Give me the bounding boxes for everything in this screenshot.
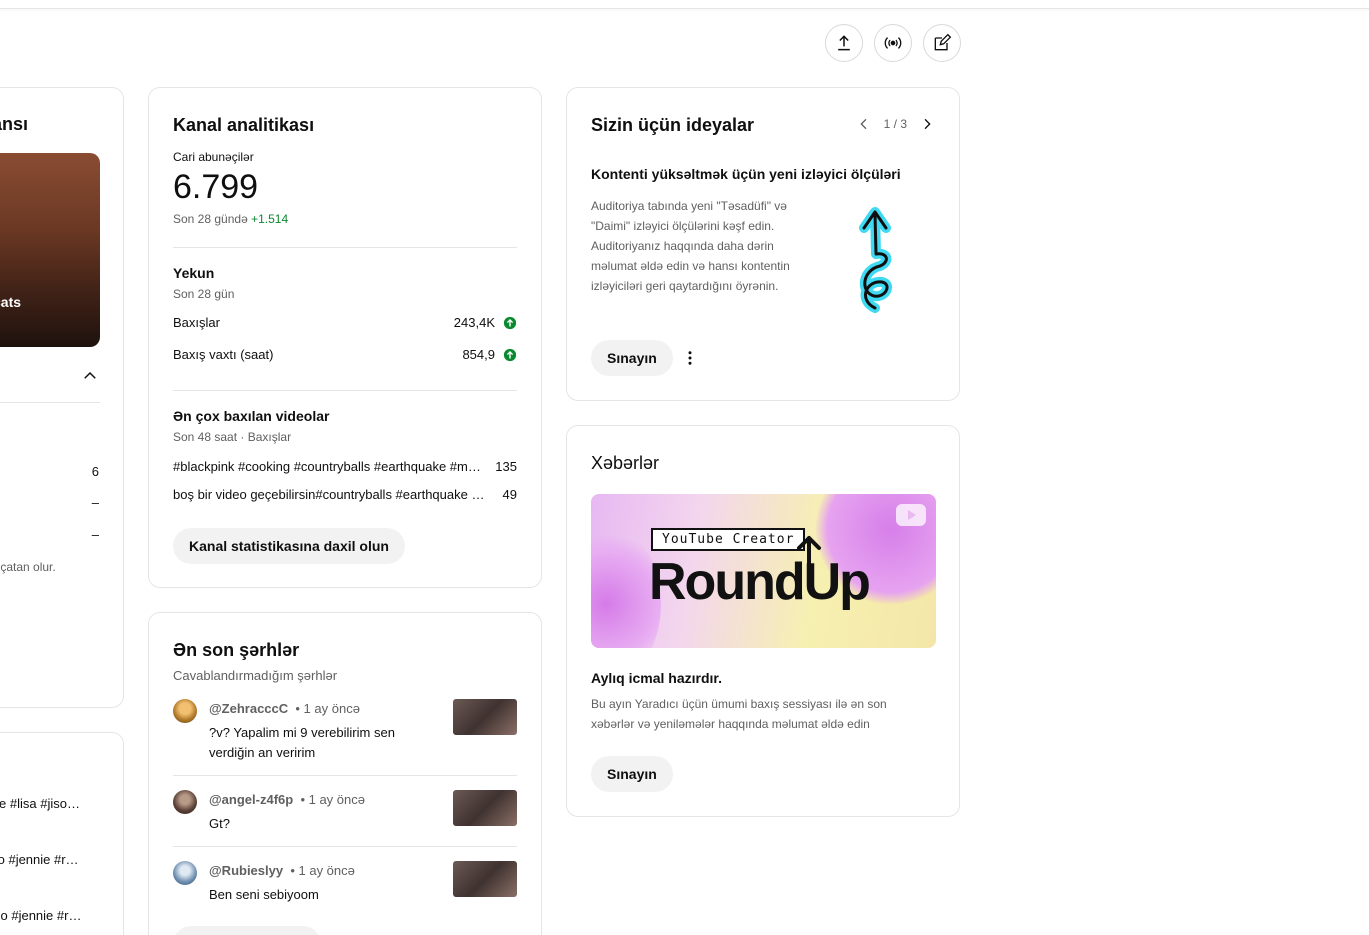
comment-item: @angel-z4f6p • 1 ay öncə Gt? <box>173 790 517 846</box>
divider <box>0 402 100 403</box>
subscribers-period-label: Son 28 gündə <box>173 212 248 226</box>
banner-tag: YouTube Creator <box>651 528 806 551</box>
avatar[interactable] <box>173 699 197 723</box>
top-video-title: boş bir video geçebilirsin#countryballs … <box>173 487 485 502</box>
top-video-title: #blackpink #cooking #countryballs #earth… <box>173 459 486 474</box>
comment-author[interactable]: @angel-z4f6p <box>209 792 293 807</box>
top-video-views: 49 <box>502 487 517 502</box>
video-thumbnail[interactable]: cats <box>0 153 100 347</box>
top-videos-title: Ən çox baxılan videolar <box>173 408 330 424</box>
left-list-item[interactable]: jisoo #jennie #r… <box>0 908 81 923</box>
news-headline: Aylıq icmal hazırdır. <box>591 670 722 686</box>
creator-roundup-banner[interactable]: YouTube Creator RoundUp <box>591 494 936 648</box>
avatar[interactable] <box>173 861 197 885</box>
summary-title: Yekun <box>173 265 215 281</box>
comment-time: • 1 ay öncə <box>300 792 365 807</box>
left-list-item[interactable]: rose #lisa #jiso… <box>0 796 80 811</box>
comments-subtitle: Cavablandırmadığım şərhlər <box>173 668 338 683</box>
try-news-button[interactable]: Sınayın <box>591 756 673 792</box>
metric-row-views: Baxışlar 243,4K <box>173 315 517 330</box>
arrow-loop-illustration-icon <box>859 207 892 313</box>
chevron-left-icon[interactable] <box>856 116 872 132</box>
subscribers-value: 6.799 <box>173 168 259 206</box>
comment-author-line: @angel-z4f6p • 1 ay öncə <box>209 792 365 807</box>
arrow-up-icon <box>797 536 821 574</box>
metric-value: 854,9 <box>462 347 495 362</box>
comment-time: • 1 ay öncə <box>290 863 355 878</box>
comment-author-line: @Rubieslyy • 1 ay öncə <box>209 863 355 878</box>
pager-count: 1 / 3 <box>883 117 907 131</box>
left-value-2: – <box>91 495 99 510</box>
top-video-row[interactable]: boş bir video geçebilirsin#countryballs … <box>173 487 517 502</box>
news-title: Xəbərlər <box>591 453 660 473</box>
comment-video-thumbnail[interactable] <box>453 861 517 897</box>
upload-button[interactable] <box>825 24 863 62</box>
news-body: Bu ayın Yaradıcı üçün ümumi baxış sessiy… <box>591 697 887 731</box>
header-actions <box>825 24 961 62</box>
left-list-item[interactable]: isoo #jennie #r… <box>0 852 79 867</box>
metric-label: Baxışlar <box>173 315 220 330</box>
edit-icon <box>934 33 952 51</box>
metric-value: 243,4K <box>453 315 495 330</box>
divider <box>173 247 517 248</box>
youtube-logo-icon <box>896 504 926 526</box>
thumbnail-title: cats <box>0 294 22 310</box>
divider <box>173 775 517 776</box>
more-vert-icon[interactable] <box>681 349 699 367</box>
metric-row-watch-time: Baxış vaxtı (saat) 854,9 <box>173 347 517 362</box>
comment-video-thumbnail[interactable] <box>453 790 517 826</box>
topbar-divider <box>0 8 1369 9</box>
play-icon <box>908 510 916 520</box>
ideas-for-you-card: Sizin üçün ideyalar 1 / 3 Kontenti yüksə… <box>566 87 960 401</box>
comment-author-line: @ZehracccC • 1 ay öncə <box>209 701 360 716</box>
comments-title: Ən son şərhlər <box>173 640 300 660</box>
comment-item: @Rubieslyy • 1 ay öncə Ben seni sebiyoom <box>173 861 517 917</box>
divider <box>173 390 517 391</box>
go-live-button[interactable] <box>874 24 912 62</box>
left-card-published: rose #lisa #jiso… isoo #jennie #r… jisoo… <box>0 732 124 935</box>
latest-comments-card: Ən son şərhlər Cavablandırmadığım şərhlə… <box>148 612 542 935</box>
divider <box>173 846 517 847</box>
subscribers-period: Son 28 gündə +1.514 <box>173 212 288 226</box>
subscribers-label: Cari abunəçilər <box>173 150 254 164</box>
idea-headline: Kontenti yüksəltmək üçün yeni izləyici ö… <box>591 166 901 182</box>
view-more-comments-button[interactable] <box>173 926 321 935</box>
left-note: a alçatan olur. <box>0 560 56 574</box>
subscribers-delta: +1.514 <box>251 212 289 226</box>
arrow-up-circle-icon <box>503 316 517 329</box>
left-value-1: 6 <box>91 464 99 479</box>
comment-text: ?v? Yapalim mi 9 verebilirim sen verdiği… <box>209 725 395 760</box>
summary-period: Son 28 gün <box>173 287 235 301</box>
left-card-title: hansı <box>0 114 29 134</box>
upload-icon <box>838 35 850 51</box>
left-value-3: – <box>91 527 99 542</box>
top-video-row[interactable]: #blackpink #cooking #countryballs #earth… <box>173 459 517 474</box>
channel-analytics-card: Kanal analitikası Cari abunəçilər 6.799 … <box>148 87 542 588</box>
comment-author[interactable]: @ZehracccC <box>209 701 288 716</box>
comment-time: • 1 ay öncə <box>295 701 360 716</box>
comment-video-thumbnail[interactable] <box>453 699 517 735</box>
metric-label: Baxış vaxtı (saat) <box>173 347 274 362</box>
top-video-views: 135 <box>495 459 517 474</box>
idea-body: Auditoriya tabında yeni "Təsadüfi" və "D… <box>591 199 790 293</box>
ideas-pager: 1 / 3 <box>856 116 935 132</box>
comment-item: @ZehracccC • 1 ay öncə ?v? Yapalim mi 9 … <box>173 699 517 775</box>
banner-title: RoundUp <box>649 553 871 611</box>
left-card-latest-video: hansı cats 6 – – a alçatan olur. <box>0 87 124 708</box>
chevron-right-icon[interactable] <box>919 116 935 132</box>
top-videos-period: Son 48 saat · Baxışlar <box>173 430 292 444</box>
avatar[interactable] <box>173 790 197 814</box>
chevron-up-icon[interactable] <box>81 367 99 385</box>
create-post-button[interactable] <box>923 24 961 62</box>
comment-text: Gt? <box>209 816 230 831</box>
comment-author[interactable]: @Rubieslyy <box>209 863 283 878</box>
go-to-analytics-button[interactable]: Kanal statistikasına daxil olun <box>173 528 405 564</box>
news-card: Xəbərlər YouTube Creator RoundUp Aylıq i… <box>566 425 960 817</box>
ideas-title: Sizin üçün ideyalar <box>591 115 755 135</box>
analytics-title: Kanal analitikası <box>173 115 315 135</box>
live-icon <box>884 37 902 49</box>
arrow-up-circle-icon <box>503 348 517 361</box>
comment-text: Ben seni sebiyoom <box>209 887 319 902</box>
try-idea-button[interactable]: Sınayın <box>591 340 673 376</box>
